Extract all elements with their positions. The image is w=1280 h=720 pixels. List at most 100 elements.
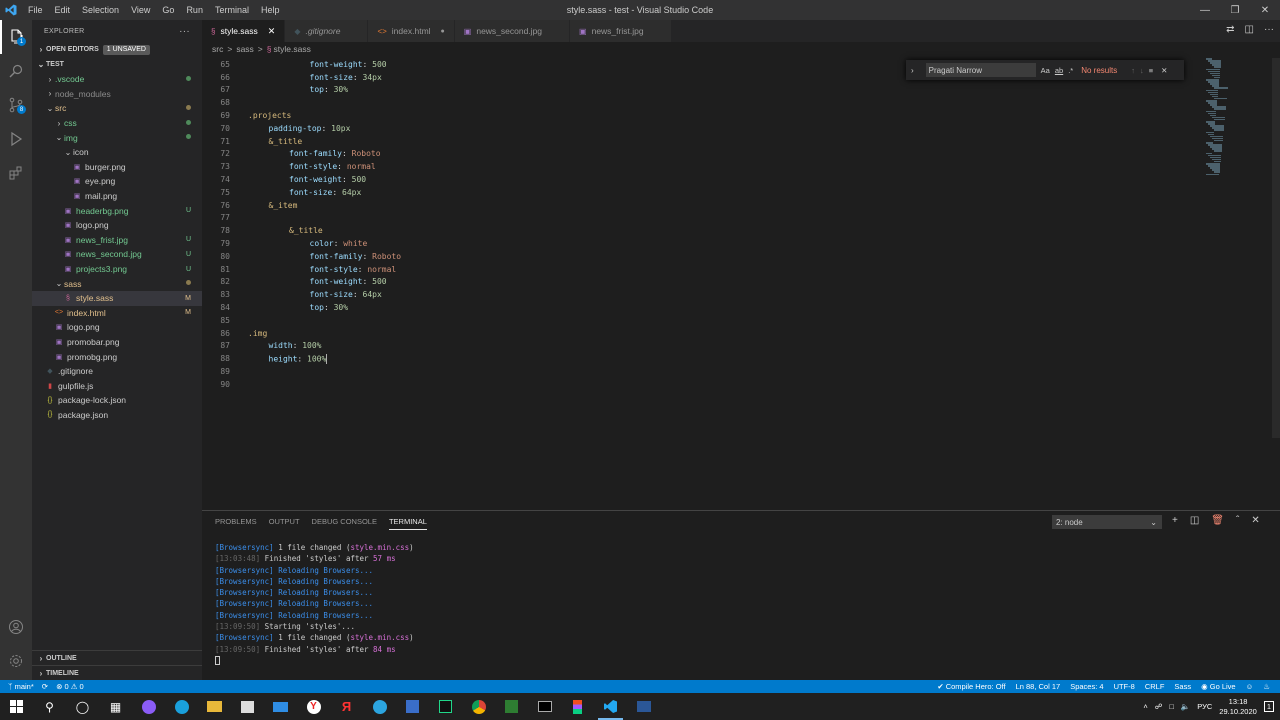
close-tab-icon[interactable]: ✕ (268, 26, 276, 37)
cortana-icon[interactable]: ◯ (66, 693, 99, 720)
menu-item-terminal[interactable]: Terminal (209, 0, 255, 20)
tree-item[interactable]: › node_modules (32, 87, 202, 102)
app-blue-icon[interactable] (396, 693, 429, 720)
tree-item[interactable]: ▣ mail.png (32, 189, 202, 204)
tray-chevron-up-icon[interactable]: ˄ (1143, 702, 1147, 711)
terminal-select[interactable]: 2: node ⌄ (1052, 515, 1162, 529)
tree-item[interactable]: ▣ projects3.png U (32, 262, 202, 277)
mail-icon[interactable] (264, 693, 297, 720)
regex-icon[interactable]: .* (1068, 66, 1073, 75)
tree-item[interactable]: ⌄ sass (32, 276, 202, 291)
code-editor[interactable]: 65 font-weight: 500 66 font-size: 34px 67 top… (202, 58, 1280, 510)
language-mode[interactable]: Sass (1174, 682, 1191, 691)
clock[interactable]: 13:18 29.10.2020 (1219, 697, 1257, 717)
tab-news-frist-jpg[interactable]: ▣ news_frist.jpg (570, 20, 672, 42)
account-icon[interactable] (0, 610, 32, 644)
tab--gitignore[interactable]: ◆ .gitignore (285, 20, 369, 42)
vertical-scrollbar[interactable] (1272, 58, 1280, 438)
panel-tab-debug-console[interactable]: DEBUG CONSOLE (312, 511, 377, 533)
tree-item[interactable]: ⌄ src (32, 101, 202, 116)
keyboard-language[interactable]: РУС (1197, 702, 1212, 711)
settings-gear-icon[interactable] (0, 644, 32, 678)
source-control-icon[interactable]: 8 (0, 88, 32, 122)
run-debug-icon[interactable] (0, 122, 32, 156)
find-in-selection-icon[interactable]: ≡ (1149, 66, 1153, 75)
cursor-position[interactable]: Ln 88, Col 17 (1016, 682, 1061, 691)
notifications-icon[interactable]: ♨ (1263, 682, 1270, 691)
tree-item[interactable]: § style.sass M (32, 290, 202, 306)
tree-item[interactable]: ▣ logo.png (32, 218, 202, 233)
tab-index-html[interactable]: <> index.html ● (368, 20, 455, 42)
powershell-icon[interactable] (627, 693, 660, 720)
find-input[interactable]: Pragati Narrow (925, 63, 1036, 77)
app-purple-icon[interactable] (132, 693, 165, 720)
tree-item[interactable]: ⌄ img (32, 130, 202, 145)
maximize-panel-icon[interactable]: ˆ (1236, 515, 1239, 526)
split-terminal-icon[interactable]: ◫ (1190, 515, 1199, 526)
timeline-section[interactable]: › TIMELINE (32, 665, 202, 680)
git-branch[interactable]: ᛉ main* (8, 682, 34, 691)
minimap[interactable] (1198, 58, 1268, 178)
volume-icon[interactable]: 🔈 (1181, 702, 1190, 711)
chrome-icon[interactable] (462, 693, 495, 720)
breadcrumb-item[interactable]: src (212, 44, 223, 54)
more-actions-icon[interactable]: ··· (179, 26, 190, 37)
tree-item[interactable]: ▣ promobg.png (32, 349, 202, 364)
panel-tab-output[interactable]: OUTPUT (269, 511, 300, 533)
tree-item[interactable]: ▣ burger.png (32, 160, 202, 175)
project-root-section[interactable]: ⌄ TEST (32, 57, 202, 72)
compile-hero-status[interactable]: ✔ Compile Hero: Off (937, 682, 1005, 691)
tray-app-icon[interactable]: □ (1169, 702, 1174, 711)
menu-item-view[interactable]: View (125, 0, 156, 20)
tree-item[interactable]: {} package.json (32, 408, 202, 423)
sync-icon[interactable]: ⟳ (42, 682, 48, 691)
network-icon[interactable]: ☍ (1155, 702, 1163, 711)
tree-item[interactable]: ▣ promobar.png (32, 335, 202, 350)
tab-style-sass[interactable]: § style.sass ✕ (202, 20, 286, 42)
tree-item[interactable]: ▣ news_second.jpg U (32, 247, 202, 262)
explorer-icon[interactable]: 1 (0, 20, 32, 54)
menu-item-help[interactable]: Help (255, 0, 286, 20)
file-explorer-icon[interactable] (198, 693, 231, 720)
minimize-icon[interactable]: — (1190, 0, 1220, 20)
open-changes-icon[interactable]: ⇄ (1226, 24, 1234, 35)
next-match-icon[interactable]: ↓ (1140, 66, 1144, 75)
tree-item[interactable]: {} package-lock.json (32, 393, 202, 408)
menu-item-edit[interactable]: Edit (49, 0, 77, 20)
yandex-icon[interactable]: Я (330, 693, 363, 720)
chevron-right-icon[interactable]: › (911, 66, 914, 75)
tree-item[interactable]: ▣ news_frist.jpg U (32, 233, 202, 248)
task-view-icon[interactable]: ▦ (99, 693, 132, 720)
tree-item[interactable]: ▣ headerbg.png U (32, 203, 202, 218)
go-live-button[interactable]: ◉ Go Live (1201, 682, 1236, 691)
line-ending[interactable]: CRLF (1145, 682, 1165, 691)
menu-item-go[interactable]: Go (156, 0, 180, 20)
terminal-output[interactable]: [Browsersync] 1 file changed (style.min.… (215, 543, 414, 667)
app-green-icon[interactable] (495, 693, 528, 720)
telegram-icon[interactable] (363, 693, 396, 720)
tree-item[interactable]: ⌄ icon (32, 145, 202, 160)
tree-item[interactable]: › .vscode (32, 72, 202, 87)
encoding[interactable]: UTF-8 (1114, 682, 1135, 691)
menu-item-run[interactable]: Run (180, 0, 209, 20)
feedback-icon[interactable]: ☺ (1246, 682, 1254, 691)
yandex-browser-icon[interactable]: Y (297, 693, 330, 720)
more-actions-icon[interactable]: ··· (1264, 24, 1274, 35)
split-editor-icon[interactable]: ◫ (1245, 24, 1254, 35)
menu-item-selection[interactable]: Selection (76, 0, 125, 20)
match-case-icon[interactable]: Aa (1041, 66, 1050, 75)
breadcrumb-item[interactable]: sass (236, 44, 253, 54)
tree-item[interactable]: ▣ eye.png (32, 174, 202, 189)
tab-news-second-jpg[interactable]: ▣ news_second.jpg (454, 20, 571, 42)
outline-section[interactable]: › OUTLINE (32, 650, 202, 665)
problems-indicator[interactable]: ⊗ 0 ⚠ 0 (56, 682, 84, 691)
menu-item-file[interactable]: File (22, 0, 49, 20)
tree-item[interactable]: <> index.html M (32, 306, 202, 321)
notification-center-icon[interactable]: 1 (1263, 701, 1274, 712)
tree-item[interactable]: ▮ gulpfile.js (32, 378, 202, 393)
close-find-icon[interactable]: ✕ (1161, 66, 1167, 75)
close-panel-icon[interactable]: ✕ (1251, 515, 1259, 526)
maximize-icon[interactable]: ❐ (1220, 0, 1250, 20)
open-editors-section[interactable]: › OPEN EDITORS 1 UNSAVED (32, 42, 202, 57)
breadcrumb-item[interactable]: style.sass (274, 44, 311, 54)
